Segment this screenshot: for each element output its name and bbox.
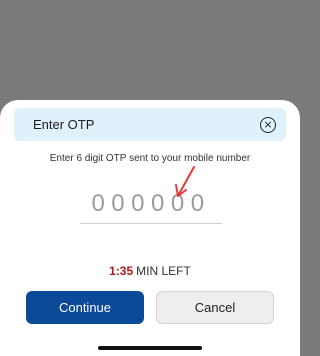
otp-instruction: Enter 6 digit OTP sent to your mobile nu… xyxy=(49,153,251,164)
timer-suffix: MIN LEFT xyxy=(136,264,191,278)
dialog-header: Enter OTP × xyxy=(14,108,286,141)
dialog-title: Enter OTP xyxy=(33,117,95,132)
otp-bottom-sheet: Enter OTP × Enter 6 digit OTP sent to yo… xyxy=(0,100,300,356)
home-indicator[interactable] xyxy=(98,346,202,350)
cancel-button[interactable]: Cancel xyxy=(156,291,274,324)
red-arrow-icon xyxy=(175,166,195,197)
otp-field-container xyxy=(80,184,222,224)
otp-timer: 1:35 MIN LEFT xyxy=(0,264,300,278)
close-icon[interactable]: × xyxy=(260,116,276,133)
otp-underline xyxy=(80,223,222,224)
timer-value: 1:35 xyxy=(109,264,134,278)
otp-input[interactable] xyxy=(80,184,222,224)
continue-button[interactable]: Continue xyxy=(26,291,144,324)
